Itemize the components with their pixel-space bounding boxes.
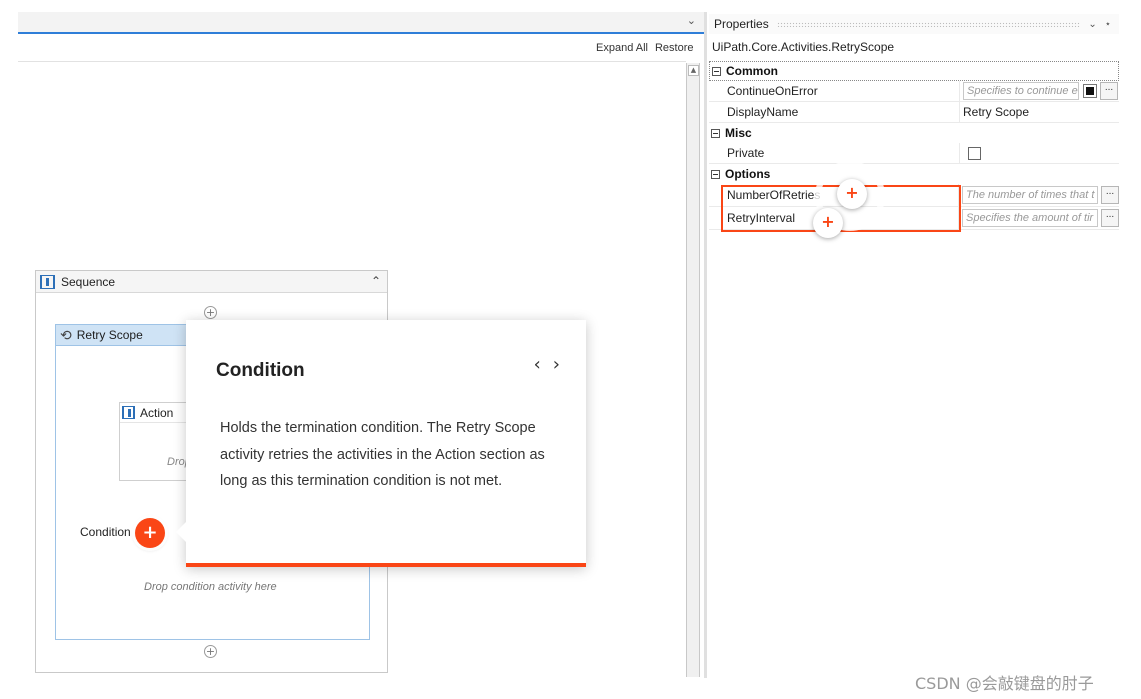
category-common[interactable]: Common: [709, 61, 1119, 81]
prop-row-private: Private: [709, 143, 1119, 164]
designer-scrollbar[interactable]: ▲: [686, 63, 700, 677]
expand-restore-links: Expand All Restore: [596, 42, 701, 54]
prop-name: DisplayName: [727, 105, 799, 119]
watermark: CSDN @会敲键盘的肘子: [915, 674, 1094, 693]
title-grip: [776, 21, 1081, 27]
prop-name: Private: [727, 146, 765, 160]
condition-hotspot-plus-icon[interactable]: +: [135, 518, 165, 548]
category-label: Common: [726, 64, 778, 78]
ellipsis-button[interactable]: ...: [1101, 209, 1119, 227]
tooltip-nav: ‹ ›: [522, 354, 560, 375]
scroll-up-arrow-icon[interactable]: ▲: [688, 65, 699, 76]
sequence-icon: [122, 406, 135, 419]
collapse-minus-icon[interactable]: [711, 128, 720, 138]
chevron-down-icon[interactable]: ⌄: [687, 14, 696, 27]
prop-row-retry-interval: RetryInterval Specifies the amount of ti…: [709, 207, 1119, 230]
properties-title-bar: Properties ⌄ ⋆: [709, 14, 1119, 34]
retry-icon: ⟲: [60, 326, 72, 343]
expand-all-link[interactable]: Expand All: [596, 42, 648, 54]
category-label: Misc: [725, 126, 752, 140]
ellipsis-button[interactable]: ...: [1100, 82, 1118, 100]
interval-hotspot-plus-icon[interactable]: +: [813, 208, 843, 238]
variable-toggle-icon[interactable]: [1083, 84, 1097, 98]
add-activity-top-icon[interactable]: +: [204, 306, 217, 319]
prop-name: ContinueOnError: [727, 84, 818, 98]
tooltip-next-icon[interactable]: ›: [553, 354, 560, 375]
prop-value: Specifies the amount of tir ...: [958, 207, 1119, 229]
continue-on-error-input[interactable]: Specifies to continue e: [963, 82, 1079, 100]
prop-value: Specifies to continue e ...: [959, 81, 1119, 101]
collapse-minus-icon[interactable]: [711, 169, 720, 179]
category-options[interactable]: Options: [709, 164, 1119, 184]
tooltip-body: Holds the termination condition. The Ret…: [220, 420, 545, 489]
tooltip-title: Condition: [216, 360, 305, 381]
retry-interval-input[interactable]: Specifies the amount of tir: [962, 209, 1098, 227]
condition-tooltip: Condition ‹ › Holds the termination condi…: [176, 320, 586, 567]
prop-row-continue-on-error: ContinueOnError Specifies to continue e …: [709, 81, 1119, 102]
category-misc[interactable]: Misc: [709, 123, 1119, 143]
restore-link[interactable]: Restore: [655, 42, 694, 54]
display-name-field[interactable]: Retry Scope: [959, 102, 1119, 122]
activity-type-label: UiPath.Core.Activities.RetryScope: [712, 40, 895, 54]
prop-row-number-of-retries: NumberOfRetries The number of times that…: [709, 184, 1119, 207]
tooltip-prev-icon[interactable]: ‹: [534, 354, 541, 375]
add-activity-bottom-icon[interactable]: +: [204, 645, 217, 658]
sequence-title: Sequence: [61, 274, 116, 289]
collapse-minus-icon[interactable]: [712, 66, 721, 76]
sequence-icon: [40, 274, 55, 289]
properties-title: Properties: [714, 17, 769, 31]
condition-drop-zone[interactable]: Drop condition activity here: [144, 581, 277, 593]
prop-row-display-name: DisplayName Retry Scope: [709, 102, 1119, 123]
property-grid: Common ContinueOnError Specifies to cont…: [709, 61, 1119, 230]
action-title: Action: [140, 405, 174, 420]
condition-label: Condition: [80, 525, 131, 539]
designer-divider: [18, 61, 686, 62]
collapse-icon[interactable]: ⌃: [371, 274, 381, 288]
ellipsis-button[interactable]: ...: [1101, 186, 1119, 204]
designer-tab-bar: ⌄: [18, 12, 704, 34]
chevron-down-icon[interactable]: ⌄: [1088, 19, 1096, 30]
number-of-retries-input[interactable]: The number of times that t: [962, 186, 1098, 204]
private-checkbox[interactable]: [968, 146, 981, 160]
retry-scope-title: Retry Scope: [76, 328, 143, 342]
prop-value: The number of times that t ...: [958, 184, 1119, 206]
panel-splitter[interactable]: [704, 12, 707, 678]
pin-icon[interactable]: ⋆: [1105, 19, 1111, 30]
category-label: Options: [725, 167, 771, 181]
prop-value: [959, 143, 1119, 163]
sequence-header[interactable]: Sequence ⌃: [36, 271, 387, 293]
retries-hotspot-plus-icon[interactable]: +: [837, 179, 867, 209]
